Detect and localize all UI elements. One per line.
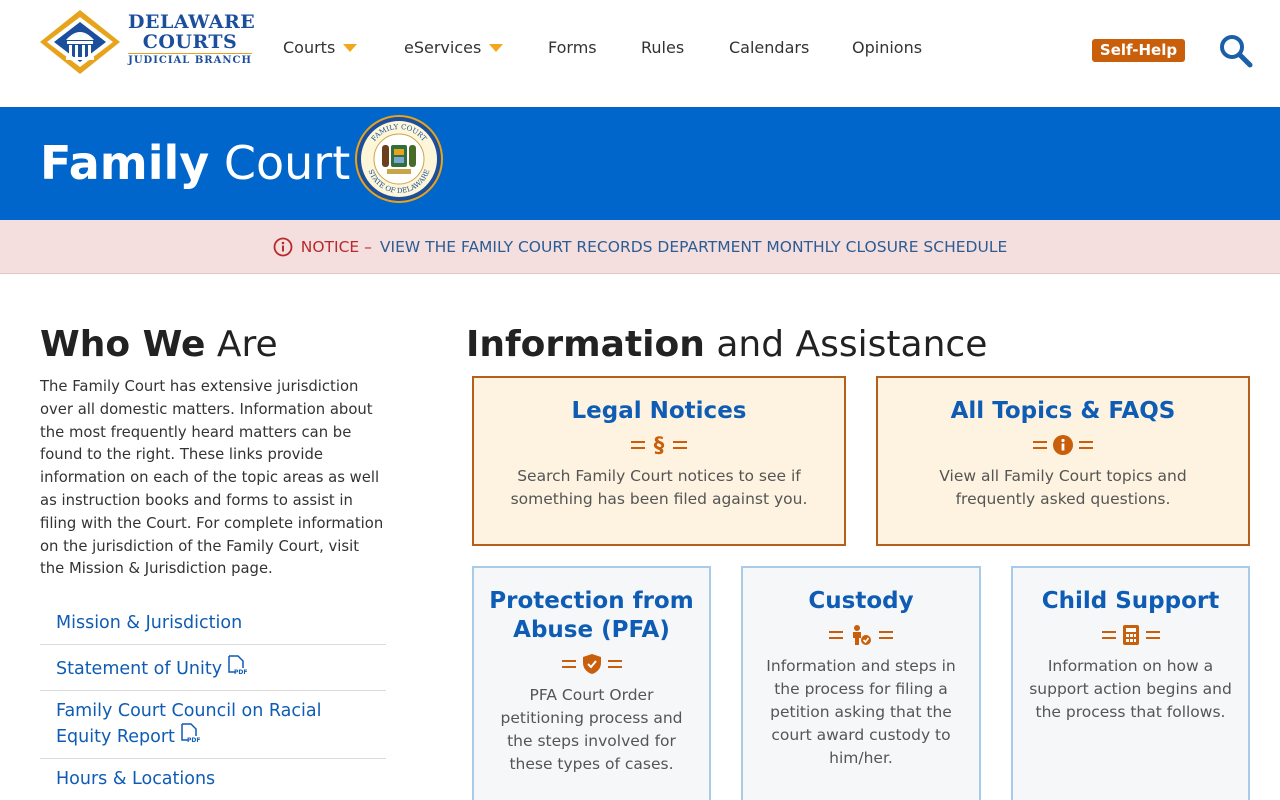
- notice-label: NOTICE –: [301, 238, 372, 256]
- svg-text:PDF: PDF: [187, 737, 200, 744]
- card-title: All Topics & FAQS: [950, 398, 1176, 424]
- nav-eservices[interactable]: eServices: [404, 38, 504, 57]
- page-title: Family Court: [40, 135, 350, 191]
- card-icon-row: [474, 653, 709, 675]
- notice-link[interactable]: VIEW THE FAMILY COURT RECORDS DEPARTMENT…: [380, 238, 1007, 256]
- caret-down-icon: [343, 43, 358, 52]
- nav-courts[interactable]: Courts: [283, 38, 358, 57]
- link-label: Statement of Unity: [56, 659, 223, 680]
- info-heading: Information and Assistance: [466, 322, 1250, 368]
- divider-icon: [879, 631, 893, 639]
- nav-label: eServices: [404, 38, 482, 57]
- card-description: Information and steps in the process for…: [766, 657, 956, 767]
- page-banner: Family Court FAMILY COURT STATE OF DELAW…: [0, 107, 1280, 220]
- divider-icon: [561, 660, 576, 668]
- who-heading-bold: Who We: [40, 324, 206, 365]
- card-title: Child Support: [1041, 588, 1220, 614]
- logo-wordmark: DELAWARE COURTS JUDICIAL BRANCH: [128, 11, 256, 68]
- notice-bar: NOTICE – VIEW THE FAMILY COURT RECORDS D…: [0, 220, 1280, 274]
- link-racial-equity-report[interactable]: Family Court Council on Racial Equity Re…: [40, 691, 386, 760]
- pdf-icon: PDF: [181, 723, 200, 744]
- who-description: The Family Court has extensive jurisdict…: [40, 378, 384, 578]
- card-legal-notices[interactable]: Legal Notices § Search Family Court noti…: [472, 376, 846, 546]
- family-court-seal-icon: FAMILY COURT STATE OF DELAWARE: [355, 115, 443, 203]
- calculator-icon: [1122, 625, 1139, 645]
- info-circle-icon: [273, 237, 293, 256]
- logo-line-1: DELAWARE: [128, 11, 256, 33]
- card-description: PFA Court Order petitioning process and …: [500, 686, 683, 773]
- pdf-icon: PDF: [228, 655, 248, 676]
- link-label: Hours & Locations: [56, 769, 216, 790]
- link-hours-locations[interactable]: Hours & Locations: [40, 759, 386, 800]
- who-heading-light: Are: [216, 324, 278, 365]
- divider-icon: [829, 631, 843, 639]
- card-protection-from-abuse[interactable]: Protection from Abuse (PFA) PFA Court Or…: [472, 566, 711, 800]
- divider-icon: [631, 441, 645, 449]
- card-title: Legal Notices: [571, 398, 747, 424]
- caret-down-icon: [489, 43, 504, 52]
- card-icon-row: §: [474, 434, 844, 456]
- divider-icon: [1145, 631, 1160, 639]
- shield-check-icon: [582, 654, 601, 674]
- section-icon: §: [654, 434, 665, 456]
- divider-icon: [607, 660, 622, 668]
- card-title: Custody: [808, 588, 914, 614]
- nav-opinions[interactable]: Opinions: [852, 38, 922, 57]
- link-mission-jurisdiction[interactable]: Mission & Jurisdiction: [40, 603, 386, 646]
- card-custody[interactable]: Custody Information and steps in the pro…: [741, 566, 981, 800]
- link-statement-of-unity[interactable]: Statement of Unity PDF: [40, 645, 386, 692]
- child-check-icon: [853, 625, 871, 645]
- card-description: Information on how a support action begi…: [1029, 657, 1232, 721]
- site-header: DELAWARE COURTS JUDICIAL BRANCH Courts e…: [0, 0, 1280, 107]
- info-heading-bold: Information: [466, 324, 705, 365]
- card-icon-row: [878, 434, 1248, 456]
- divider-icon: [1079, 441, 1093, 449]
- who-we-are-section: Who We Are The Family Court has extensiv…: [40, 322, 386, 800]
- page-title-bold: Family: [40, 136, 210, 190]
- divider-icon: [673, 441, 687, 449]
- who-links-list: Mission & Jurisdiction Statement of Unit…: [40, 603, 386, 800]
- nav-label: Rules: [641, 38, 685, 57]
- info-heading-light: and Assistance: [716, 324, 988, 365]
- card-icon-row: [743, 624, 979, 646]
- nav-label: Courts: [283, 38, 336, 57]
- nav-label: Opinions: [852, 38, 923, 57]
- nav-rules[interactable]: Rules: [641, 38, 684, 57]
- nav-label: Calendars: [729, 38, 810, 57]
- card-icon-row: [1013, 624, 1248, 646]
- divider-icon: [1033, 441, 1047, 449]
- logo-line-3: JUDICIAL BRANCH: [128, 53, 252, 66]
- nav-forms[interactable]: Forms: [548, 38, 597, 57]
- card-description: View all Family Court topics and frequen…: [939, 467, 1187, 508]
- who-heading: Who We Are: [40, 322, 386, 368]
- information-section: Information and Assistance: [466, 322, 1250, 368]
- nav-calendars[interactable]: Calendars: [729, 38, 809, 57]
- card-description: Search Family Court notices to see if so…: [510, 467, 808, 508]
- link-label: Mission & Jurisdiction: [56, 613, 243, 634]
- delaware-courts-logo[interactable]: DELAWARE COURTS JUDICIAL BRANCH: [40, 8, 256, 76]
- logo-line-2: COURTS: [142, 31, 238, 53]
- divider-icon: [1101, 631, 1116, 639]
- courthouse-logo-icon: [40, 10, 120, 74]
- page-title-light: Court: [223, 136, 351, 190]
- notice-label-text: NOTICE: [300, 237, 360, 256]
- self-help-button[interactable]: Self-Help: [1092, 39, 1185, 62]
- info-icon: [1053, 435, 1073, 455]
- card-title: Protection from Abuse (PFA): [489, 588, 694, 643]
- svg-text:§: §: [654, 434, 665, 456]
- search-icon[interactable]: [1217, 32, 1253, 68]
- notice-separator: –: [364, 237, 372, 256]
- card-child-support[interactable]: Child Support Information on how a suppo…: [1011, 566, 1250, 800]
- svg-text:PDF: PDF: [234, 669, 247, 676]
- card-all-topics-faqs[interactable]: All Topics & FAQS View all Family Court …: [876, 376, 1250, 546]
- nav-label: Forms: [548, 38, 597, 57]
